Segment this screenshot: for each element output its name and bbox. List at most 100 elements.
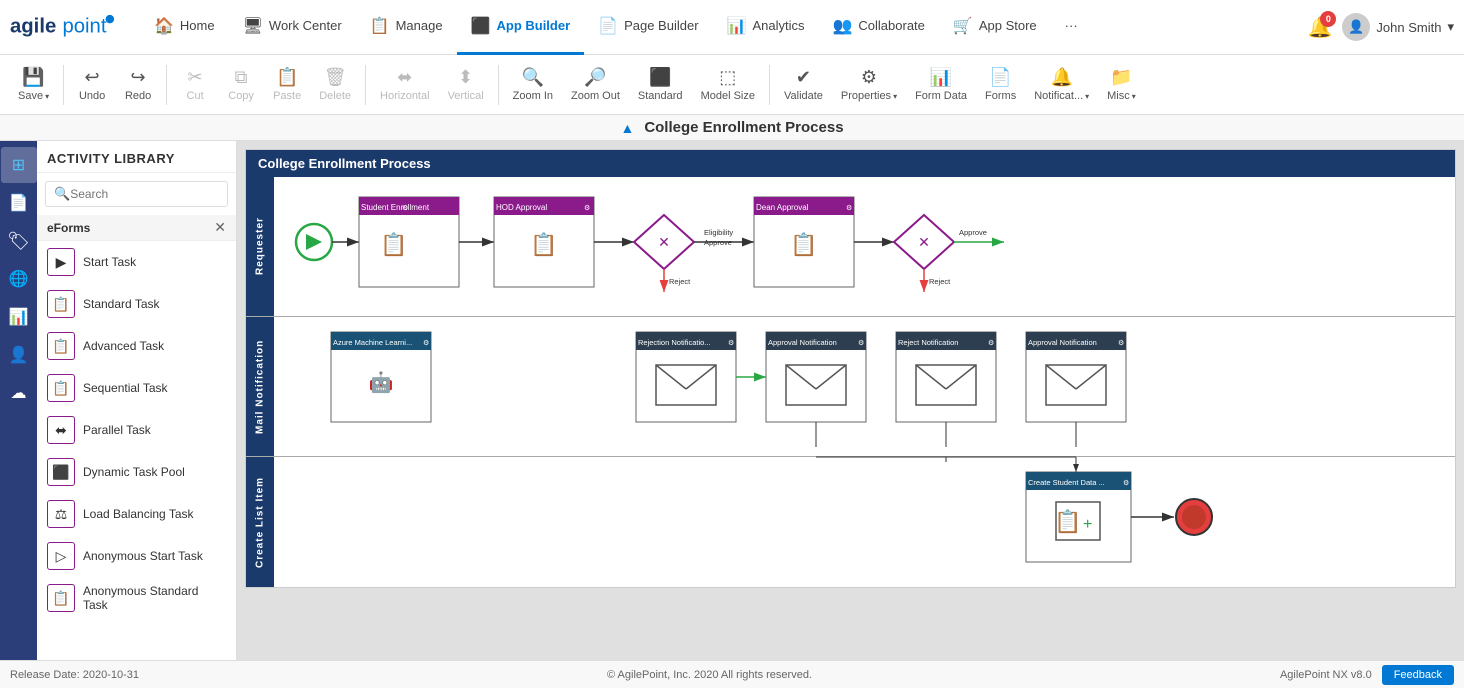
nav-home[interactable]: 🏠 Home [140,0,229,55]
validate-button[interactable]: ✔ Validate [776,63,831,106]
sidebar-icon-cloud[interactable]: ☁ [1,375,37,411]
sidebar-icon-chart[interactable]: 📊 [1,299,37,335]
advanced-task-icon: 📋 [47,332,75,360]
appstore-icon: 🛒 [953,16,973,36]
svg-text:Reject: Reject [669,277,691,286]
canvas-area[interactable]: College Enrollment Process Requester [237,141,1464,660]
sidebar-item-anonymous-standard-task[interactable]: 📋 Anonymous Standard Task [37,577,236,619]
sidebar-item-advanced-task[interactable]: 📋 Advanced Task [37,325,236,367]
zoom-in-button[interactable]: 🔍 Zoom In [505,63,561,106]
sidebar-icon-bar: ⊞ 📄 🏷 🌐 📊 👤 ☁ [0,141,37,660]
sidebar-item-standard-task[interactable]: 📋 Standard Task [37,283,236,325]
model-size-button[interactable]: ⬚ Model Size [693,63,763,106]
notifications-icon: 🔔 [1050,67,1072,88]
sidebar-icon-tag[interactable]: 🏷 [1,223,37,259]
svg-text:⚙: ⚙ [1123,479,1129,487]
nav-more[interactable]: ··· [1051,0,1092,55]
sidebar-panel: ACTIVITY LIBRARY 🔍 eForms ✕ ▶ Start Task… [37,141,237,660]
lane-requester: Requester Student Enrollment [246,177,1455,317]
nav-analytics[interactable]: 📊 Analytics [713,0,819,55]
sidebar-item-start-task[interactable]: ▶ Start Task [37,241,236,283]
lane-mail-label: Mail Notification [246,317,274,456]
horizontal-icon: ⬌ [397,67,412,88]
top-navigation: agile point 🏠 Home 🖥 Work Center 📋 Manag… [0,0,1464,55]
notifications-button[interactable]: 🔔 Notificat... ▾ [1026,63,1097,106]
standard-button[interactable]: ⬛ Standard [630,63,691,106]
undo-button[interactable]: ↩ Undo [70,63,114,106]
copyright: © AgilePoint, Inc. 2020 All rights reser… [607,669,812,681]
cut-button[interactable]: ✂ Cut [173,63,217,106]
status-bar-right: AgilePoint NX v8.0 Feedback [1280,665,1454,685]
start-task-icon: ▶ [47,248,75,276]
sidebar-item-sequential-task[interactable]: 📋 Sequential Task [37,367,236,409]
notification-badge: 0 [1320,11,1336,27]
dynamic-task-pool-icon: ⬛ [47,458,75,486]
sidebar-item-dynamic-task-pool[interactable]: ⬛ Dynamic Task Pool [37,451,236,493]
svg-text:📋: 📋 [790,232,817,257]
svg-text:⚙: ⚙ [728,339,734,347]
misc-button[interactable]: 📁 Misc ▾ [1099,63,1144,106]
nav-app-store[interactable]: 🛒 App Store [939,0,1051,55]
logo[interactable]: agile point [10,8,140,46]
paste-button[interactable]: 📋 Paste [265,63,309,106]
search-input[interactable] [70,187,225,201]
sidebar-item-parallel-task[interactable]: ⬌ Parallel Task [37,409,236,451]
model-size-icon: ⬚ [719,67,736,88]
nav-work-center[interactable]: 🖥 Work Center [229,0,356,55]
form-data-icon: 📊 [930,67,952,88]
sidebar-item-anonymous-start-task[interactable]: ▷ Anonymous Start Task [37,535,236,577]
user-menu[interactable]: 👤 John Smith ▾ [1342,13,1454,41]
nav-collaborate[interactable]: 👥 Collaborate [818,0,938,55]
parallel-task-label: Parallel Task [83,423,151,437]
lane-create-content: Create Student Data ... ⚙ 📋 + [274,457,1455,587]
properties-button[interactable]: ⚙ Properties ▾ [833,63,905,106]
section-close[interactable]: ✕ [214,219,226,236]
sidebar-icon-person[interactable]: 👤 [1,337,37,373]
svg-text:⚙: ⚙ [846,204,852,212]
svg-text:Approval Notification: Approval Notification [768,338,837,347]
save-button[interactable]: 💾 Save ▾ [10,63,57,106]
svg-text:⚙: ⚙ [423,339,429,347]
properties-icon: ⚙ [861,67,877,88]
pagebuilder-icon: 📄 [598,16,618,36]
sidebar-icon-grid[interactable]: ⊞ [1,147,37,183]
redo-button[interactable]: ↪ Redo [116,63,160,106]
forms-button[interactable]: 📄 Forms [977,63,1024,106]
vertical-button[interactable]: ⬍ Vertical [440,63,492,106]
sequential-task-icon: 📋 [47,374,75,402]
svg-text:Create Student Data ...: Create Student Data ... [1028,478,1105,487]
form-data-button[interactable]: 📊 Form Data [907,63,975,106]
sidebar-icon-doc[interactable]: 📄 [1,185,37,221]
copy-button[interactable]: ⧉ Copy [219,63,263,106]
notification-bell[interactable]: 🔔 0 [1308,15,1333,40]
start-task-label: Start Task [83,255,136,269]
misc-icon: 📁 [1110,67,1132,88]
sidebar-icon-globe[interactable]: 🌐 [1,261,37,297]
horizontal-button[interactable]: ⬌ Horizontal [372,63,438,106]
delete-button[interactable]: 🗑 Delete [311,63,359,106]
title-chevron-up[interactable]: ▲ [620,120,634,136]
feedback-button[interactable]: Feedback [1382,665,1454,685]
sidebar-item-load-balancing-task[interactable]: ⚖ Load Balancing Task [37,493,236,535]
home-icon: 🏠 [154,16,174,36]
dynamic-task-pool-label: Dynamic Task Pool [83,465,185,479]
toolbar-separator-5 [769,65,770,105]
nav-app-builder[interactable]: ⬛ App Builder [457,0,585,55]
manage-icon: 📋 [370,16,390,36]
nav-page-builder[interactable]: 📄 Page Builder [584,0,712,55]
collaborate-icon: 👥 [832,16,852,36]
svg-text:🤖: 🤖 [369,370,394,394]
undo-icon: ↩ [85,67,100,88]
nav-manage[interactable]: 📋 Manage [356,0,457,55]
zoom-out-button[interactable]: 🔎 Zoom Out [563,63,628,106]
svg-text:Azure Machine Learni...: Azure Machine Learni... [333,338,412,347]
standard-task-icon: 📋 [47,290,75,318]
search-box[interactable]: 🔍 [45,181,228,207]
svg-text:Reject: Reject [929,277,951,286]
section-header: eForms ✕ [37,215,236,241]
svg-text:Approve: Approve [704,238,732,247]
svg-text:point: point [62,16,106,38]
avatar: 👤 [1342,13,1370,41]
page-title: College Enrollment Process [644,119,843,136]
svg-text:📋: 📋 [380,232,407,257]
